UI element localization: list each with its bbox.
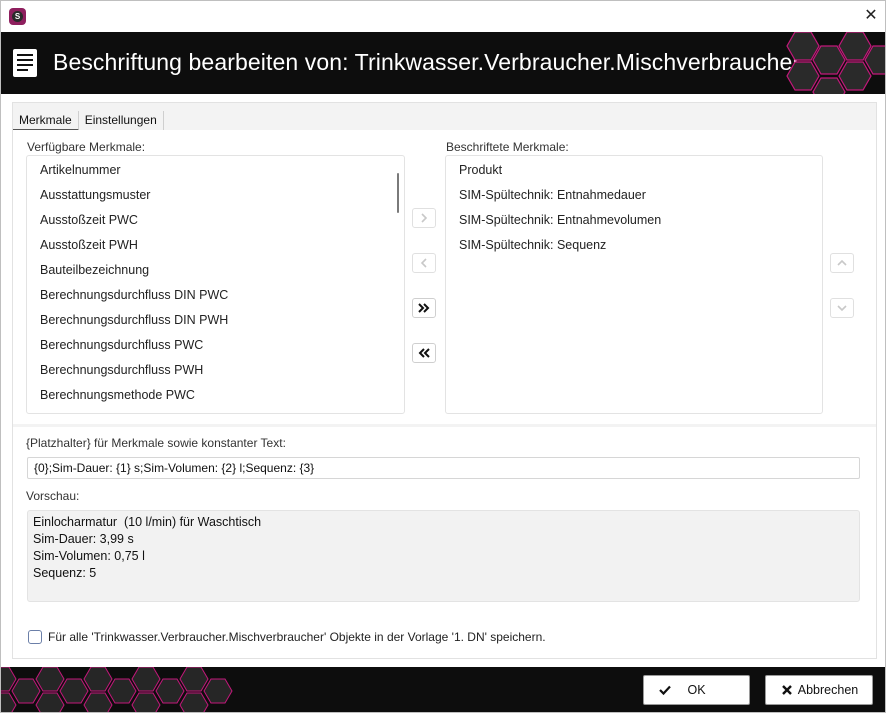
ok-button[interactable]: OK <box>643 675 750 705</box>
list-item[interactable]: Artikelnummer <box>27 158 404 183</box>
title-bar: S ✕ <box>1 1 885 32</box>
list-item[interactable]: Berechnungsmethode PWC <box>27 383 404 408</box>
placeholder-input[interactable]: {0};Sim-Dauer: {1} s;Sim-Volumen: {2} l;… <box>27 457 860 479</box>
ok-label: OK <box>687 683 706 697</box>
chevron-up-icon <box>837 259 847 266</box>
chevron-left-icon <box>420 258 427 268</box>
preview-line: Einlocharmatur (10 l/min) für Waschtisch <box>33 515 262 529</box>
preview-label: Vorschau: <box>26 489 80 503</box>
tab-einstellungen[interactable]: Einstellungen <box>79 111 164 131</box>
merkmale-panel: Verfügbare Merkmale: Beschriftete Merkma… <box>13 130 876 424</box>
list-item[interactable]: SIM-Spültechnik: Entnahmevolumen <box>446 208 822 233</box>
cancel-button[interactable]: Abbrechen <box>765 675 873 705</box>
labeled-features-label: Beschriftete Merkmale: <box>446 140 569 154</box>
preview-line: Sequenz: 5 <box>33 566 97 580</box>
double-chevron-right-icon <box>418 303 430 313</box>
list-item[interactable]: Bauteilbezeichnung <box>27 258 404 283</box>
placeholder-label: {Platzhalter} für Merkmale sowie konstan… <box>26 436 286 450</box>
add-feature-button[interactable] <box>412 208 436 228</box>
preview-box: Einlocharmatur (10 l/min) für Waschtisch… <box>27 510 860 602</box>
label-edit-icon <box>13 49 37 77</box>
chevron-right-icon <box>421 213 428 223</box>
dialog-window: S ✕ Beschriftung bearbeiten von: Trinkwa… <box>0 0 886 713</box>
add-all-features-button[interactable] <box>412 298 436 318</box>
list-item[interactable]: Ausstattungsmuster <box>27 183 404 208</box>
list-item[interactable]: SIM-Spültechnik: Sequenz <box>446 233 822 258</box>
move-up-button[interactable] <box>830 253 854 273</box>
cancel-label: Abbrechen <box>797 683 859 697</box>
remove-all-features-button[interactable] <box>412 343 436 363</box>
tab-merkmale[interactable]: Merkmale <box>13 111 79 131</box>
close-button[interactable]: ✕ <box>861 6 881 26</box>
content-area: Merkmale Einstellungen Verfügbare Merkma… <box>12 102 877 659</box>
chevron-down-icon <box>837 305 847 312</box>
footer-bar: OK Abbrechen <box>1 667 885 712</box>
list-item[interactable]: Berechnungsdurchfluss PWH <box>27 358 404 383</box>
list-item[interactable]: SIM-Spültechnik: Entnahmedauer <box>446 183 822 208</box>
format-section: {Platzhalter} für Merkmale sowie konstan… <box>13 427 876 658</box>
app-logo-letter: S <box>12 11 23 22</box>
remove-feature-button[interactable] <box>412 253 436 273</box>
double-chevron-left-icon <box>418 348 430 358</box>
list-item[interactable]: Berechnungsdurchfluss DIN PWC <box>27 283 404 308</box>
hexagon-pattern-decoration <box>786 32 885 94</box>
labeled-features-list[interactable]: Produkt SIM-Spültechnik: Entnahmedauer SIM… <box>445 155 823 414</box>
move-down-button[interactable] <box>830 298 854 318</box>
tab-bar: Merkmale Einstellungen <box>13 111 164 131</box>
list-item[interactable]: Berechnungsdurchfluss DIN PWH <box>27 308 404 333</box>
app-logo-icon: S <box>9 8 26 25</box>
header-banner: Beschriftung bearbeiten von: Trinkwasser… <box>1 32 885 94</box>
preview-line: Sim-Dauer: 3,99 s <box>33 532 134 546</box>
hexagon-pattern-decoration <box>1 667 233 712</box>
save-all-label[interactable]: Für alle 'Trinkwasser.Verbraucher.Mischv… <box>48 630 546 644</box>
save-all-checkbox[interactable] <box>28 630 42 644</box>
available-features-label: Verfügbare Merkmale: <box>27 140 146 154</box>
preview-line: Sim-Volumen: 0,75 l <box>33 549 145 563</box>
list-item[interactable]: Ausstoßzeit PWH <box>27 233 404 258</box>
list-item[interactable]: Ausstoßzeit PWC <box>27 208 404 233</box>
page-title: Beschriftung bearbeiten von: Trinkwasser… <box>53 49 801 75</box>
available-features-list[interactable]: Artikelnummer Ausstattungsmuster Ausstoßze… <box>26 155 405 414</box>
list-item[interactable]: Berechnungsdurchfluss PWC <box>27 333 404 358</box>
scrollbar-thumb[interactable] <box>397 173 399 213</box>
list-item[interactable]: Produkt <box>446 158 822 183</box>
